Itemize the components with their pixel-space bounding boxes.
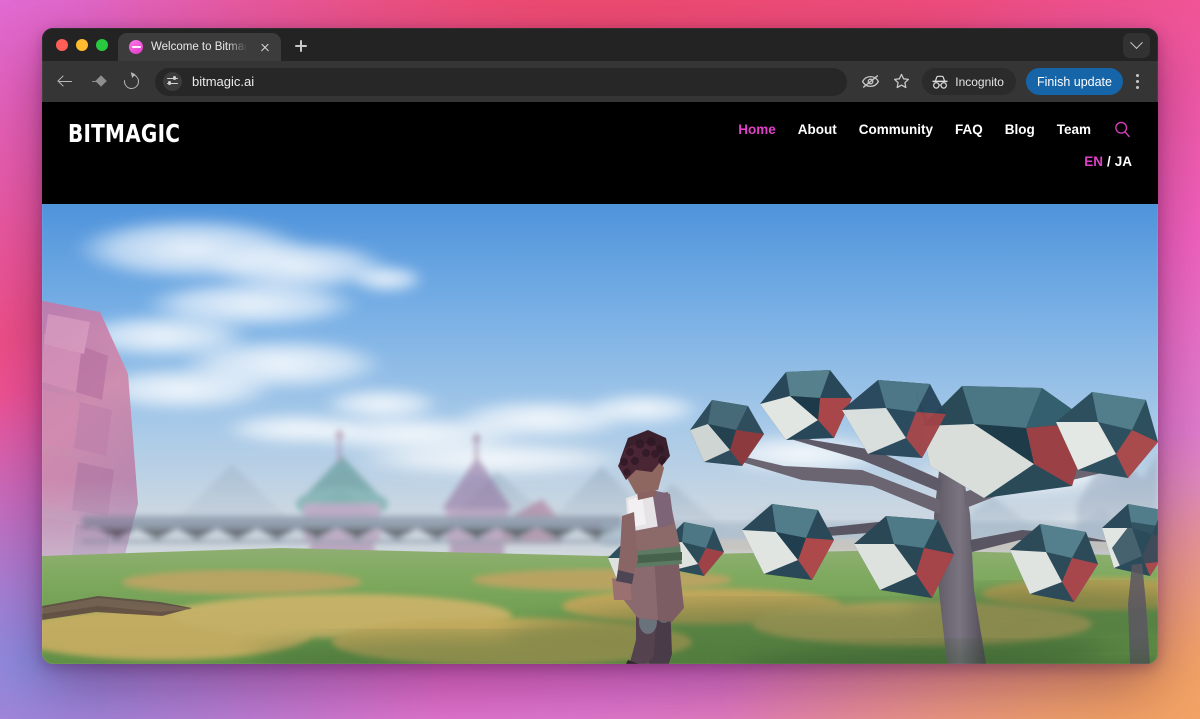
browser-tab[interactable]: Welcome to Bitmagic | Your G: [118, 33, 281, 61]
nav-item-blog[interactable]: Blog: [1005, 122, 1035, 137]
nav-item-home[interactable]: Home: [738, 122, 776, 137]
browser-window: Welcome to Bitmagic | Your G: [42, 28, 1158, 664]
site-logo[interactable]: BITMAGIC: [68, 119, 180, 148]
eye-off-icon: [861, 74, 880, 89]
bookmark-button[interactable]: [887, 68, 915, 96]
arrow-right-icon: [91, 74, 106, 89]
address-bar[interactable]: bitmagic.ai: [155, 67, 848, 96]
window-maximize-button[interactable]: [96, 38, 108, 51]
search-button[interactable]: [1113, 120, 1132, 139]
window-close-button[interactable]: [56, 38, 68, 51]
hero-artwork: [42, 204, 1158, 664]
browser-toolbar: bitmagic.ai Incognito Finish update: [42, 61, 1158, 102]
bitmagic-favicon-icon: [129, 40, 143, 54]
desktop-wallpaper: Welcome to Bitmagic | Your G: [0, 0, 1200, 719]
finish-update-button[interactable]: Finish update: [1025, 68, 1123, 95]
new-tab-button[interactable]: [288, 33, 314, 59]
nav-item-about[interactable]: About: [798, 122, 837, 137]
tab-search-button[interactable]: [1123, 33, 1150, 58]
incognito-label: Incognito: [955, 74, 1004, 89]
nav-item-team[interactable]: Team: [1057, 122, 1091, 137]
close-icon[interactable]: [257, 39, 273, 55]
browser-menu-button[interactable]: [1126, 68, 1148, 96]
tracking-protection-button[interactable]: [856, 68, 884, 96]
language-ja[interactable]: JA: [1115, 154, 1132, 169]
window-traffic-lights: [52, 28, 116, 61]
reload-button[interactable]: [116, 67, 146, 97]
incognito-icon: [932, 75, 948, 89]
browser-tab-strip: Welcome to Bitmagic | Your G: [42, 28, 1158, 61]
back-button[interactable]: [50, 67, 80, 97]
language-separator: /: [1106, 154, 1111, 169]
url-text: bitmagic.ai: [192, 74, 255, 89]
chevron-down-icon: [1130, 36, 1143, 50]
tab-title: Welcome to Bitmagic | Your G: [151, 41, 249, 53]
main-navigation: Home About Community FAQ Blog Team: [738, 120, 1132, 139]
star-icon: [893, 73, 909, 89]
reload-icon: [120, 71, 142, 92]
language-switcher: EN / JA: [1084, 154, 1132, 169]
page-viewport: BITMAGIC Home About Community FAQ Blog T…: [42, 102, 1158, 664]
hero-image: [42, 204, 1158, 664]
forward-button[interactable]: [83, 67, 113, 97]
window-minimize-button[interactable]: [76, 38, 88, 51]
incognito-indicator[interactable]: Incognito: [922, 68, 1016, 95]
nav-item-community[interactable]: Community: [859, 122, 933, 137]
arrow-left-icon: [58, 74, 73, 89]
search-icon: [1115, 121, 1130, 138]
language-en[interactable]: EN: [1084, 154, 1103, 169]
site-settings-icon[interactable]: [163, 72, 182, 91]
nav-item-faq[interactable]: FAQ: [955, 122, 983, 137]
site-header: BITMAGIC Home About Community FAQ Blog T…: [42, 102, 1158, 204]
